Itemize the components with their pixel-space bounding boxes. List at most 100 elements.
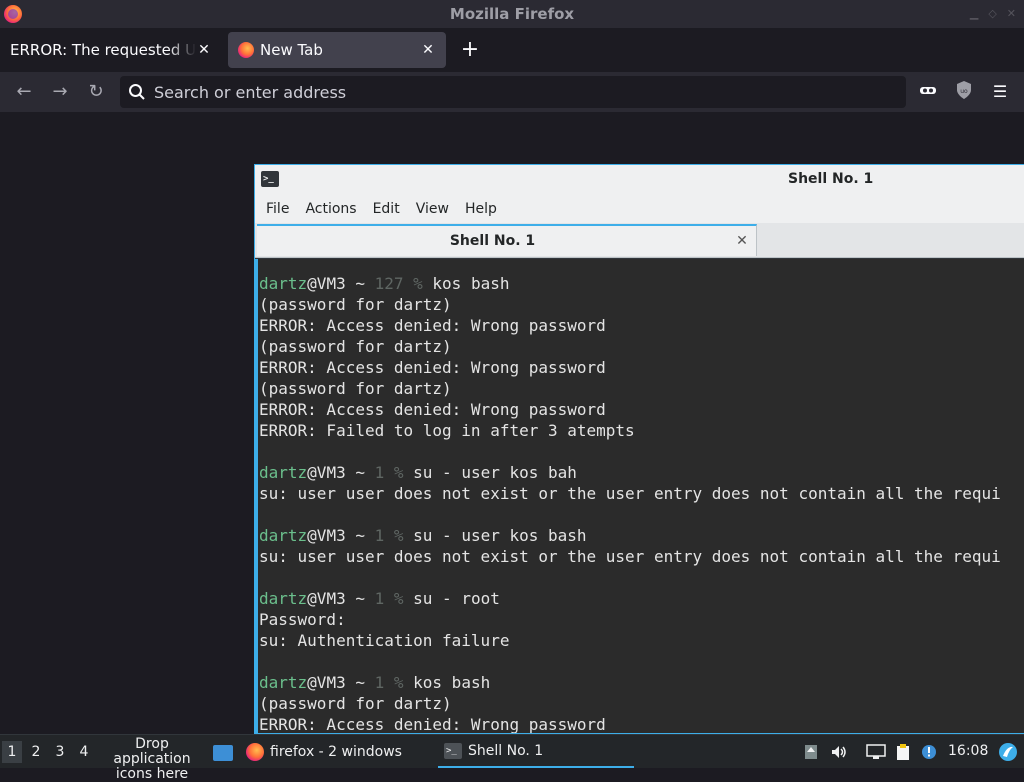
tab-close-icon[interactable]: ✕ [196, 42, 212, 58]
prompt-user: dartz [259, 673, 308, 692]
update-notifier-icon[interactable] [802, 743, 820, 761]
task-label: firefox - 2 windows [270, 743, 402, 760]
menu-view[interactable]: View [408, 201, 457, 217]
konsole-menu-bar: File Actions Edit View Help [255, 194, 1024, 223]
command-text: su - root [403, 589, 500, 608]
menu-help[interactable]: Help [457, 201, 505, 217]
terminal-line: dartz@VM3 ~ 127 % kos bash [258, 273, 1024, 294]
workspace-3[interactable]: 3 [50, 741, 70, 763]
workspace-1[interactable]: 1 [2, 741, 22, 763]
terminal-icon: >_ [261, 171, 279, 187]
prompt-host: @VM3 ~ [307, 589, 375, 608]
workspace-4[interactable]: 4 [74, 741, 94, 763]
firefox-icon [246, 742, 264, 761]
terminal-line: (password for dartz) [259, 337, 452, 356]
lxqt-logo-icon[interactable] [998, 742, 1018, 762]
terminal-line: dartz@VM3 ~ 1 % su - root [258, 588, 1024, 609]
prompt-user: dartz [259, 463, 308, 482]
terminal-output[interactable]: dartz@VM3 ~ 127 % kos bash (password for … [255, 259, 1024, 734]
command-text: kos bash [403, 673, 491, 692]
volume-icon[interactable] [830, 743, 848, 761]
terminal-line: ERROR: Access denied: Wrong password [259, 715, 606, 734]
show-desktop-icon[interactable] [213, 745, 233, 761]
address-placeholder: Search or enter address [154, 82, 347, 102]
menu-actions[interactable]: Actions [297, 201, 364, 217]
new-tab-button[interactable]: + [458, 36, 482, 64]
terminal-line: dartz@VM3 ~ 1 % kos bash [258, 672, 1024, 693]
task-shell[interactable]: >_ Shell No. 1 [438, 735, 634, 768]
tab-error[interactable]: ERROR: The requested URL could not be re… [0, 32, 222, 68]
hamburger-menu-icon[interactable]: ☰ [988, 80, 1012, 104]
firefox-favicon-icon [238, 42, 254, 58]
konsole-tab-label: Shell No. 1 [449, 233, 536, 249]
terminal-line: ERROR: Access denied: Wrong password [259, 316, 606, 335]
tab-strip: ERROR: The requested URL could not be re… [0, 28, 1024, 72]
tab-close-icon[interactable]: ✕ [420, 42, 436, 58]
terminal-line: ERROR: Access denied: Wrong password [259, 400, 606, 419]
menu-file[interactable]: File [258, 201, 297, 217]
tab-close-icon[interactable]: ✕ [728, 233, 756, 249]
close-window-icon[interactable]: ✕ [1007, 0, 1016, 28]
notification-icon[interactable] [920, 743, 938, 761]
firefox-title-bar: Mozilla Firefox ▁ ◇ ✕ [0, 0, 1024, 28]
konsole-tab[interactable]: Shell No. 1 ✕ [257, 224, 757, 256]
maximize-icon[interactable]: ◇ [988, 0, 996, 28]
konsole-window: >_ Shell No. 1 File Actions Edit View He… [254, 164, 1024, 734]
prompt-host: @VM3 ~ [307, 526, 375, 545]
terminal-line: su: user user does not exist or the user… [259, 547, 1001, 566]
prompt-user: dartz [259, 526, 308, 545]
clock: 16:08 [948, 743, 989, 759]
prompt-exit-code: 1 % [374, 589, 404, 608]
prompt-host: @VM3 ~ [307, 673, 375, 692]
terminal-line: su: Authentication failure [259, 631, 510, 650]
prompt-host: @VM3 ~ [307, 274, 375, 293]
tab-title: ERROR: The requested URL could not be re… [10, 41, 196, 59]
ublock-shield-icon[interactable]: uo [952, 80, 976, 104]
window-controls: ▁ ◇ ✕ [970, 0, 1016, 28]
command-text: su - user kos bash [403, 526, 587, 545]
terminal-line: dartz@VM3 ~ 1 % su - user kos bash [258, 525, 1024, 546]
command-text: su - user kos bah [403, 463, 577, 482]
prompt-exit-code: 1 % [374, 673, 404, 692]
prompt-exit-code: 1 % [374, 526, 404, 545]
konsole-tab-bar: Shell No. 1 ✕ [255, 223, 1024, 258]
terminal-line: (password for dartz) [259, 295, 452, 314]
window-title: Mozilla Firefox [449, 5, 575, 23]
private-mask-icon[interactable] [916, 80, 940, 104]
navigation-toolbar: ← → ↻ Search or enter address uo ☰ [0, 72, 1024, 112]
network-icon[interactable] [866, 743, 886, 761]
forward-arrow-icon[interactable]: → [46, 78, 74, 106]
reload-icon[interactable]: ↻ [82, 78, 110, 106]
menu-edit[interactable]: Edit [365, 201, 408, 217]
back-arrow-icon[interactable]: ← [10, 78, 38, 106]
minimize-icon[interactable]: ▁ [970, 0, 978, 28]
workspace-2[interactable]: 2 [26, 741, 46, 763]
quicklaunch-drop-hint: Drop application icons here [113, 736, 191, 782]
terminal-line: (password for dartz) [259, 379, 452, 398]
prompt-user: dartz [259, 589, 308, 608]
task-firefox[interactable]: firefox - 2 windows [240, 735, 436, 768]
terminal-line: dartz@VM3 ~ 1 % su - user kos bah [258, 462, 1024, 483]
prompt-exit-code: 127 % [374, 274, 423, 293]
terminal-icon: >_ [444, 742, 462, 759]
clipboard-icon[interactable] [894, 743, 912, 761]
terminal-line: ERROR: Failed to log in after 3 atempts [259, 421, 635, 440]
address-bar[interactable]: Search or enter address [120, 76, 906, 108]
command-text: kos bash [422, 274, 510, 293]
prompt-exit-code: 1 % [374, 463, 404, 482]
prompt-user: dartz [259, 274, 308, 293]
task-label: Shell No. 1 [468, 742, 544, 759]
terminal-line: Password: [259, 610, 346, 629]
konsole-title-bar: >_ Shell No. 1 [255, 165, 1024, 194]
terminal-line: su: user user does not exist or the user… [259, 484, 1001, 503]
konsole-title: Shell No. 1 [788, 171, 874, 187]
taskbar: 1 2 3 4 Drop application icons here fire… [0, 734, 1024, 782]
search-icon [120, 83, 154, 101]
tab-new-tab[interactable]: New Tab ✕ [228, 32, 446, 68]
firefox-logo-icon [4, 5, 22, 23]
svg-text:uo: uo [960, 88, 968, 95]
